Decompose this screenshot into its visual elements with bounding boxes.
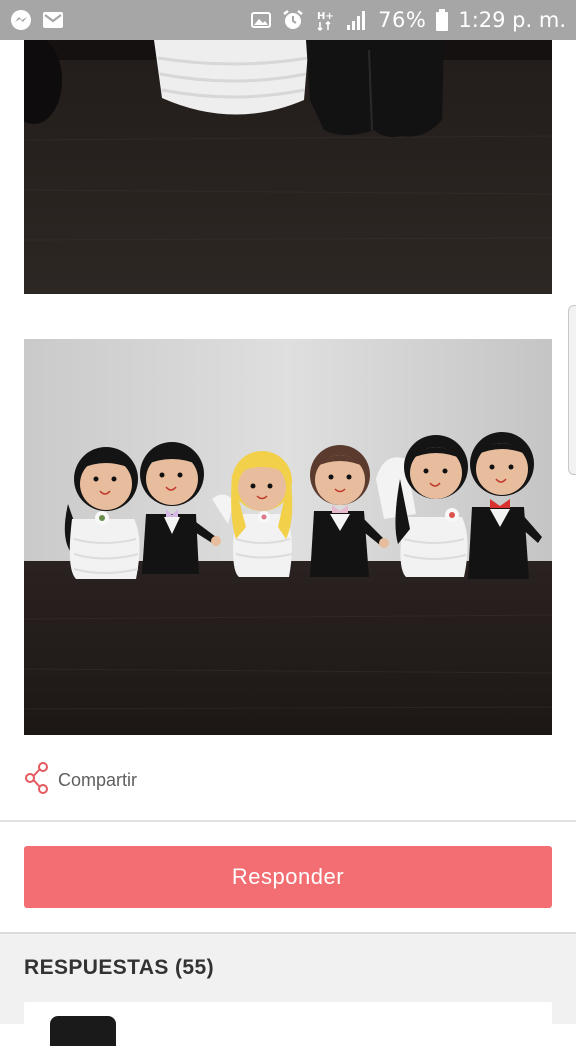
avatar: [50, 1016, 116, 1046]
share-label: Compartir: [58, 769, 138, 790]
answer-card[interactable]: [24, 1002, 552, 1046]
battery-percent: 76%: [378, 8, 427, 32]
battery-icon: [436, 9, 449, 31]
status-bar-left: [10, 9, 64, 31]
scroll-indicator[interactable]: [568, 305, 576, 475]
answers-section: RESPUESTAS (55): [0, 932, 576, 1046]
svg-text:H+: H+: [317, 11, 334, 22]
alarm-icon: [282, 9, 304, 31]
hplus-data-icon: H+: [314, 9, 336, 31]
share-icon: [24, 761, 50, 799]
divider: [0, 820, 576, 822]
photo-2-image: [24, 339, 552, 735]
photo-icon: [250, 9, 272, 31]
photo-1-image: [24, 40, 552, 294]
messenger-icon: [10, 9, 32, 31]
status-bar-right: H+ 76% 1:29 p. m.: [250, 8, 566, 32]
share-link[interactable]: Compartir: [24, 761, 138, 799]
clock: 1:29 p. m.: [458, 8, 566, 32]
post-photo-1[interactable]: [24, 40, 552, 294]
post-photo-2[interactable]: [24, 339, 552, 735]
status-bar: H+ 76% 1:29 p. m.: [0, 0, 576, 40]
answers-title: RESPUESTAS (55): [24, 956, 214, 979]
reply-button[interactable]: Responder: [24, 846, 552, 908]
gmail-icon: [42, 9, 64, 31]
signal-icon: [346, 9, 368, 31]
